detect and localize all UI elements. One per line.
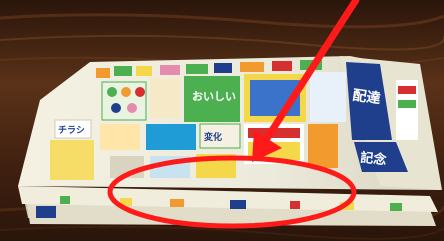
flyer-main-text: おいしい [192, 90, 236, 103]
photo-scene: チラシ おいしい 変化 配達 記念 [0, 0, 444, 241]
flyer-left-text: チラシ [58, 125, 85, 136]
flyer-right-text-2: 記念 [360, 150, 388, 169]
flyer-center-text: 変化 [204, 131, 222, 143]
